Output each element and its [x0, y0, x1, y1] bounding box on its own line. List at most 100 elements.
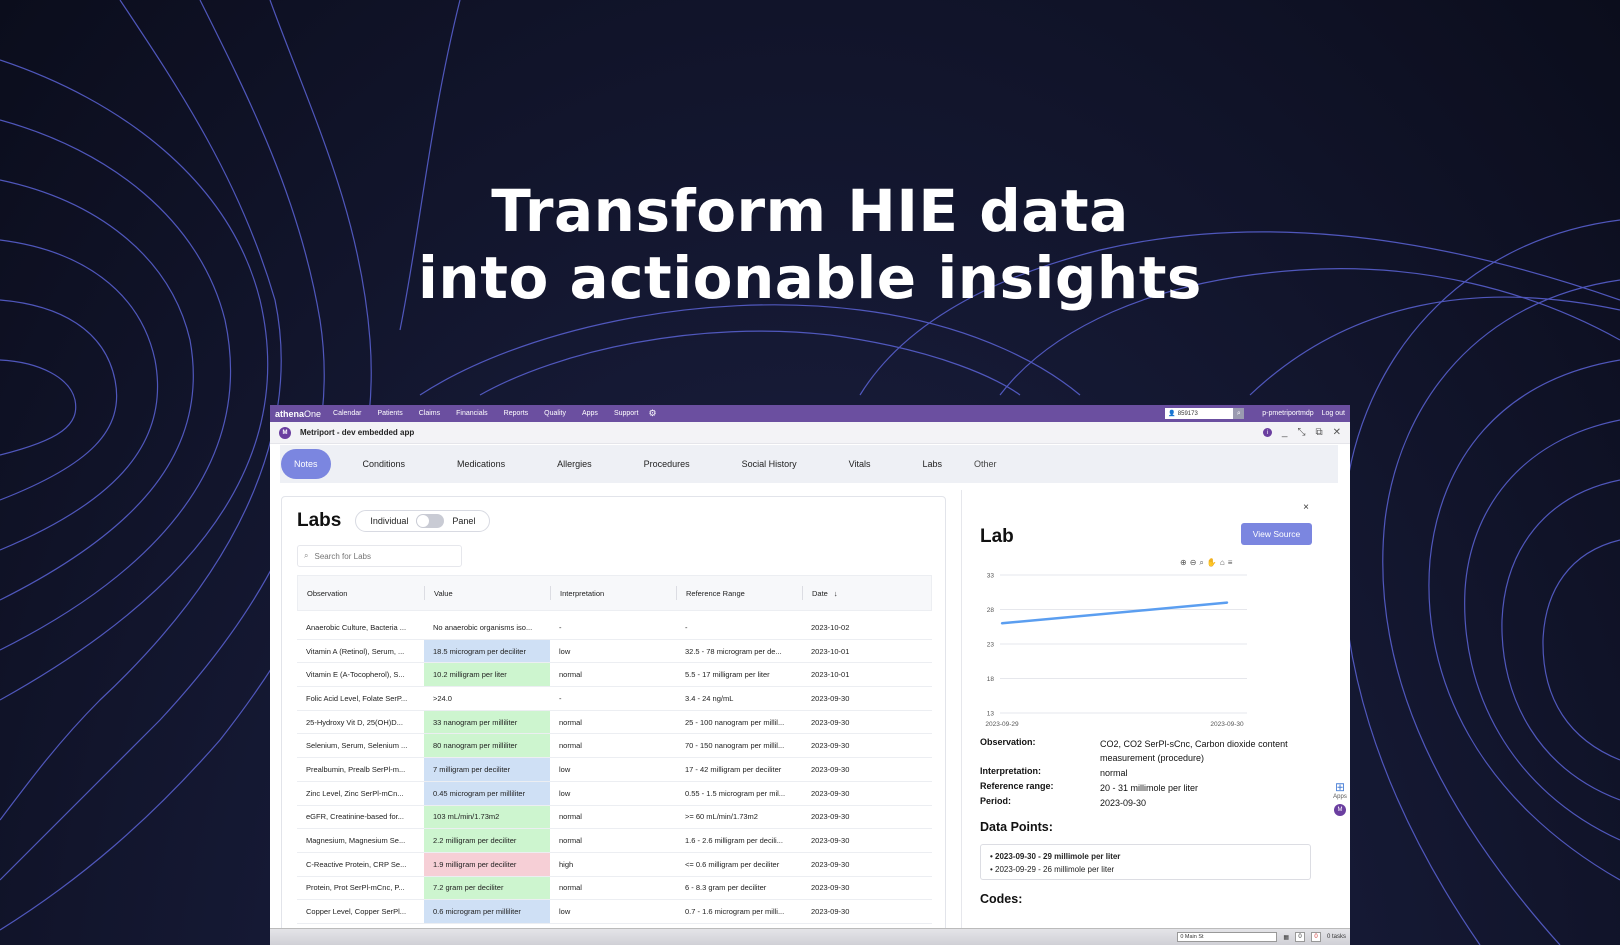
cell-observation: Zinc Level, Zinc SerPl-mCn...: [306, 788, 404, 798]
nav-reports[interactable]: Reports: [504, 410, 529, 417]
table-row[interactable]: Magnesium, Magnesium Se... 2.2 milligram …: [297, 829, 932, 853]
observation-label: Observation:: [980, 737, 1036, 747]
avatar[interactable]: M: [1334, 804, 1346, 816]
sort-desc-icon[interactable]: ↓: [834, 589, 838, 598]
table-row[interactable]: Zinc Level, Zinc SerPl-mCn... 0.45 microg…: [297, 781, 932, 806]
individual-panel-toggle[interactable]: Individual Panel: [355, 510, 491, 532]
labs-table: Observation Value Interpretation Referen…: [297, 575, 932, 924]
cell-reference-range: 1.6 - 2.6 milligram per decili...: [685, 836, 783, 846]
data-point-marker[interactable]: [1225, 601, 1229, 604]
y-tick-label: 13: [987, 711, 995, 718]
column-value[interactable]: Value: [425, 586, 551, 600]
brand-light: One: [304, 408, 322, 419]
calendar-icon[interactable]: ▦: [1283, 934, 1289, 941]
minimize-icon[interactable]: _: [1282, 427, 1288, 438]
tab-medications[interactable]: Medications: [431, 449, 531, 479]
view-source-button[interactable]: View Source: [1241, 523, 1312, 545]
table-row[interactable]: Protein, Prot SerPl-mCnc, P... 7.2 gram p…: [297, 876, 932, 901]
table-row[interactable]: Prealbumin, Prealb SerPl-m... 7 milligram…: [297, 758, 932, 782]
headline-line-1: Transform HIE data: [491, 177, 1129, 245]
codes-title: Codes:: [980, 892, 1023, 906]
data-point-marker[interactable]: [1000, 622, 1004, 625]
interpretation-value: normal: [1100, 768, 1128, 778]
apps-sidebar-button[interactable]: ⊞ Apps M: [1330, 777, 1350, 835]
table-row[interactable]: 25-Hydroxy Vit D, 25(OH)D... 33 nanogram …: [297, 710, 932, 735]
cell-reference-range: >= 60 mL/min/1.73m2: [685, 812, 758, 822]
nav-patients[interactable]: Patients: [377, 410, 402, 417]
cell-value: 103 mL/min/1.73m2: [424, 805, 550, 829]
toggle-switch[interactable]: [416, 514, 445, 528]
location-select[interactable]: 0 Main St: [1177, 932, 1278, 942]
reference-range-value: 20 - 31 millimole per liter: [1100, 783, 1199, 793]
info-icon[interactable]: i: [1262, 428, 1272, 437]
cell-observation: Magnesium, Magnesium Se...: [306, 836, 406, 846]
table-row[interactable]: eGFR, Creatinine-based for... 103 mL/min/…: [297, 805, 932, 830]
table-row[interactable]: Selenium, Serum, Selenium ... 80 nanogram…: [297, 734, 932, 759]
patient-search-input[interactable]: 👤 859173: [1165, 408, 1234, 419]
table-row[interactable]: Folic Acid Level, Folate SerP... >24.0 - 3.…: [297, 687, 932, 711]
cell-observation: Prealbumin, Prealb SerPl-m...: [306, 764, 406, 774]
apps-grid-icon: ⊞: [1334, 780, 1346, 794]
logout-link[interactable]: Log out: [1322, 410, 1345, 417]
close-icon[interactable]: ×: [1303, 502, 1309, 513]
tab-social-history[interactable]: Social History: [716, 449, 823, 479]
reference-range-label: Reference range:: [980, 781, 1054, 791]
cell-interpretation: normal: [559, 836, 582, 846]
observation-row: Observation: CO2, CO2 SerPl-sCnc, Carbon …: [980, 737, 1320, 765]
cell-observation: Copper Level, Copper SerPl...: [306, 907, 407, 917]
cell-interpretation: normal: [559, 670, 582, 680]
cell-observation: eGFR, Creatinine-based for...: [306, 812, 404, 822]
tab-notes[interactable]: Notes: [281, 449, 331, 479]
athena-logo[interactable]: athenaOne: [275, 409, 321, 419]
table-row[interactable]: Anaerobic Culture, Bacteria ... No anaero…: [297, 616, 932, 640]
nav-quality[interactable]: Quality: [544, 410, 566, 417]
cell-observation: 25-Hydroxy Vit D, 25(OH)D...: [306, 717, 403, 727]
cell-reference-range: <= 0.6 milligram per deciliter: [685, 859, 780, 869]
column-observation[interactable]: Observation: [298, 586, 425, 600]
tab-other[interactable]: Other: [968, 449, 1023, 479]
cell-date: 2023-09-30: [811, 788, 850, 798]
cell-observation: Protein, Prot SerPl-mCnc, P...: [306, 883, 405, 893]
nav-financials[interactable]: Financials: [456, 410, 488, 417]
column-interpretation[interactable]: Interpretation: [551, 586, 677, 600]
alert-count-badge[interactable]: 0: [1310, 932, 1321, 942]
nav-support[interactable]: Support: [614, 410, 639, 417]
gear-icon[interactable]: ⚙: [648, 408, 656, 419]
popout-icon[interactable]: ⧉: [1315, 427, 1322, 438]
patient-id: 859173: [1177, 410, 1198, 417]
nav-calendar[interactable]: Calendar: [333, 410, 361, 417]
table-row[interactable]: C-Reactive Protein, CRP Se... 1.9 milligr…: [297, 852, 932, 877]
table-row[interactable]: Vitamin A (Retinol), Serum, ... 18.5 micr…: [297, 639, 932, 664]
tab-procedures[interactable]: Procedures: [618, 449, 716, 479]
cell-date: 2023-10-01: [811, 646, 850, 656]
column-reference-range[interactable]: Reference Range: [677, 586, 803, 600]
collapse-icon[interactable]: ⤡: [1297, 427, 1305, 438]
table-row[interactable]: Vitamin E (A-Tocopherol), S... 10.2 milli…: [297, 663, 932, 688]
close-icon[interactable]: ✕: [1333, 427, 1341, 438]
tab-vitals[interactable]: Vitals: [823, 449, 897, 479]
cell-reference-range: 6 - 8.3 gram per deciliter: [685, 883, 767, 893]
x-tick-label: 2023-09-29: [985, 721, 1019, 728]
tasks-label[interactable]: 0 tasks: [1327, 934, 1346, 940]
cell-observation: Folic Acid Level, Folate SerP...: [306, 693, 408, 703]
labs-panel: Labs Individual Panel ⌕ Observation Valu…: [281, 496, 946, 945]
labs-search-input[interactable]: [314, 551, 445, 561]
column-date-label: Date: [812, 588, 828, 598]
nav-apps[interactable]: Apps: [582, 410, 598, 417]
tab-labs[interactable]: Labs: [897, 449, 969, 479]
column-date[interactable]: Date ↓: [803, 586, 931, 600]
cell-date: 2023-10-01: [811, 670, 850, 680]
nav-claims[interactable]: Claims: [419, 410, 440, 417]
cell-value: 0.45 microgram per milliliter: [424, 781, 550, 805]
cell-interpretation: low: [559, 764, 571, 774]
data-points-list: • 2023-09-30 - 29 millimole per liter • …: [980, 844, 1311, 880]
tab-allergies[interactable]: Allergies: [531, 449, 618, 479]
labs-search[interactable]: ⌕: [297, 545, 462, 567]
table-row[interactable]: Copper Level, Copper SerPl... 0.6 microgr…: [297, 900, 932, 924]
interpretation-row: Interpretation: normal: [980, 766, 1320, 780]
count-badge[interactable]: 0: [1294, 932, 1305, 942]
tab-conditions[interactable]: Conditions: [337, 449, 432, 479]
cell-value: 33 nanogram per milliliter: [424, 710, 550, 734]
search-icon[interactable]: ⌕: [1233, 408, 1245, 419]
username[interactable]: p-pmetriportmdp: [1262, 410, 1313, 417]
